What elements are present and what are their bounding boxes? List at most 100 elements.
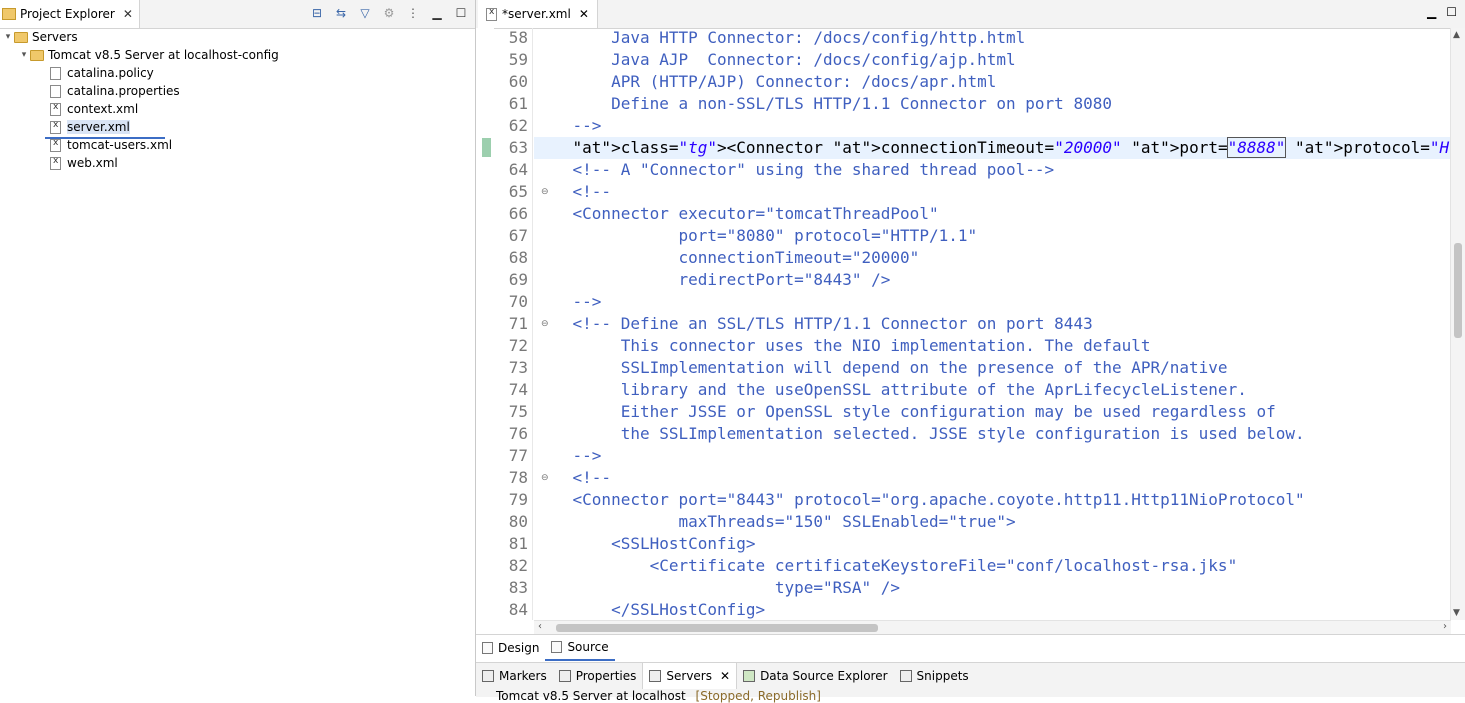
line-number: 63 — [508, 138, 528, 157]
tab-markers[interactable]: Markers — [476, 663, 553, 689]
scroll-up-icon[interactable]: ▲ — [1453, 30, 1460, 40]
tab-design-label: Design — [498, 641, 540, 655]
code-line[interactable]: <!-- A "Connector" using the shared thre… — [534, 159, 1451, 181]
code-line[interactable]: </SSLHostConfig> — [534, 599, 1451, 620]
minimize-icon[interactable]: ▁ — [1427, 5, 1436, 19]
line-number: 68 — [508, 248, 528, 267]
xml-editor: *server.xml ✕ ▁ ☐ 5859606162636465⊖66676… — [476, 0, 1465, 661]
line-number: 65 — [508, 182, 528, 201]
tab-properties[interactable]: Properties — [553, 663, 643, 689]
code-line[interactable]: --> — [534, 291, 1451, 313]
tree-item-label: catalina.properties — [67, 84, 180, 98]
server-row[interactable]: Tomcat v8.5 Server at localhost [Stopped… — [496, 689, 821, 703]
code-line[interactable]: Define a non-SSL/TLS HTTP/1.1 Connector … — [534, 93, 1451, 115]
project-explorer-tabbar: Project Explorer ✕ ⊟ ⇆ ▽ ⚙ ⋮ ▁ ☐ — [0, 0, 475, 29]
line-number: 73 — [508, 358, 528, 377]
tab-servers[interactable]: Servers ✕ — [642, 663, 738, 689]
tree-item[interactable]: server.xml — [0, 118, 475, 136]
tab-snippets[interactable]: Snippets — [894, 663, 975, 689]
tree-item[interactable]: catalina.properties — [0, 82, 475, 100]
code-line[interactable]: <Connector executor="tomcatThreadPool" — [534, 203, 1451, 225]
tab-design[interactable]: Design — [476, 636, 545, 660]
maximize-icon[interactable]: ☐ — [1446, 5, 1457, 19]
minimize-icon[interactable]: ▁ — [429, 5, 445, 21]
source-icon — [551, 641, 563, 653]
tree-item[interactable]: web.xml — [0, 154, 475, 172]
tree-item[interactable]: catalina.policy — [0, 64, 475, 82]
data-source-icon — [743, 670, 756, 682]
close-icon[interactable]: ✕ — [720, 669, 730, 683]
line-number: 58 — [508, 28, 528, 47]
code-line[interactable]: APR (HTTP/AJP) Connector: /docs/apr.html — [534, 71, 1451, 93]
tree-item-label: context.xml — [67, 102, 139, 116]
focus-icon[interactable]: ⚙ — [381, 5, 397, 21]
tree-item[interactable]: ▾ Tomcat v8.5 Server at localhost-config — [0, 46, 475, 64]
edited-value: "8888" — [1226, 137, 1287, 158]
design-icon — [482, 642, 493, 654]
code-line[interactable]: connectionTimeout="20000" — [534, 247, 1451, 269]
scroll-down-icon[interactable]: ▼ — [1453, 608, 1460, 618]
code-line[interactable]: <Connector port="8443" protocol="org.apa… — [534, 489, 1451, 511]
vertical-scroll-thumb[interactable] — [1454, 243, 1462, 338]
code-line[interactable]: Either JSSE or OpenSSL style configurati… — [534, 401, 1451, 423]
close-icon[interactable]: ✕ — [123, 7, 133, 21]
scroll-right-icon[interactable]: › — [1443, 621, 1447, 632]
code-line[interactable]: library and the useOpenSSL attribute of … — [534, 379, 1451, 401]
code-line[interactable]: maxThreads="150" SSLEnabled="true"> — [534, 511, 1451, 533]
project-explorer-tab[interactable]: Project Explorer ✕ — [0, 0, 140, 28]
tab-properties-label: Properties — [575, 669, 637, 683]
chevron-down-icon[interactable]: ▾ — [2, 32, 14, 42]
scroll-left-icon[interactable]: ‹ — [538, 621, 542, 632]
line-number: 71 — [508, 314, 528, 333]
code-line[interactable]: Java AJP Connector: /docs/config/ajp.htm… — [534, 49, 1451, 71]
code-line[interactable]: Java HTTP Connector: /docs/config/http.h… — [534, 28, 1451, 49]
code-line[interactable]: port="8080" protocol="HTTP/1.1" — [534, 225, 1451, 247]
line-number: 76 — [508, 424, 528, 443]
code-line[interactable]: the SSLImplementation selected. JSSE sty… — [534, 423, 1451, 445]
view-menu-icon[interactable]: ⋮ — [405, 5, 421, 21]
code-area[interactable]: 58 59 60 61 62 63 64 65 ⊖ 66 67 68 69 70 71 ⊖ 72 73 74 75 76… — [476, 28, 1451, 620]
link-with-editor-icon[interactable]: ⇆ — [333, 5, 349, 21]
code-line[interactable]: --> — [534, 445, 1451, 467]
line-number: 78 — [508, 468, 528, 487]
xml-file-icon — [50, 156, 61, 170]
code-line[interactable]: <!-- — [534, 181, 1451, 203]
project-tree: ▾ Servers ▾ Tomcat v8.5 Server at localhost… — [0, 28, 475, 172]
code-line[interactable]: <!-- — [534, 467, 1451, 489]
line-number: 66 — [508, 204, 528, 223]
xml-file-icon — [50, 138, 61, 152]
tab-servers-label: Servers — [666, 669, 712, 683]
filter-icon[interactable]: ▽ — [357, 5, 373, 21]
code-line[interactable]: This connector uses the NIO implementati… — [534, 335, 1451, 357]
code-line[interactable]: type="RSA" /> — [534, 577, 1451, 599]
code-line[interactable]: <Certificate certificateKeystoreFile="co… — [534, 555, 1451, 577]
horizontal-scrollbar[interactable]: ‹ › — [534, 620, 1451, 635]
code-line[interactable]: "at">class="tg"><Connector "at">connecti… — [534, 137, 1451, 159]
tree-item[interactable]: ▾ Servers — [0, 28, 475, 46]
tree-item[interactable]: context.xml — [0, 100, 475, 118]
line-number: 79 — [508, 490, 528, 509]
horizontal-scroll-thumb[interactable] — [556, 624, 878, 632]
server-name: Tomcat v8.5 Server at localhost — [496, 689, 686, 703]
code-line[interactable]: SSLImplementation will depend on the pre… — [534, 357, 1451, 379]
xml-file-icon — [486, 7, 497, 21]
code-line[interactable]: redirectPort="8443" /> — [534, 269, 1451, 291]
chevron-down-icon[interactable]: ▾ — [18, 50, 30, 60]
code-line[interactable]: --> — [534, 115, 1451, 137]
file-icon — [50, 66, 61, 80]
maximize-icon[interactable]: ☐ — [453, 5, 469, 21]
code-line[interactable]: <!-- Define an SSL/TLS HTTP/1.1 Connecto… — [534, 313, 1451, 335]
line-number: 60 — [508, 72, 528, 91]
line-number: 69 — [508, 270, 528, 289]
close-icon[interactable]: ✕ — [579, 7, 589, 21]
line-number: 80 — [508, 512, 528, 531]
line-number: 62 — [508, 116, 528, 135]
editor-tab-server-xml[interactable]: *server.xml ✕ — [478, 0, 598, 28]
code-line[interactable]: <SSLHostConfig> — [534, 533, 1451, 555]
tab-data-source-explorer[interactable]: Data Source Explorer — [737, 663, 893, 689]
line-number: 75 — [508, 402, 528, 421]
vertical-scrollbar[interactable]: ▲ ▼ — [1450, 28, 1465, 620]
tab-source[interactable]: Source — [545, 635, 615, 661]
markers-icon — [482, 670, 494, 682]
collapse-all-icon[interactable]: ⊟ — [309, 5, 325, 21]
